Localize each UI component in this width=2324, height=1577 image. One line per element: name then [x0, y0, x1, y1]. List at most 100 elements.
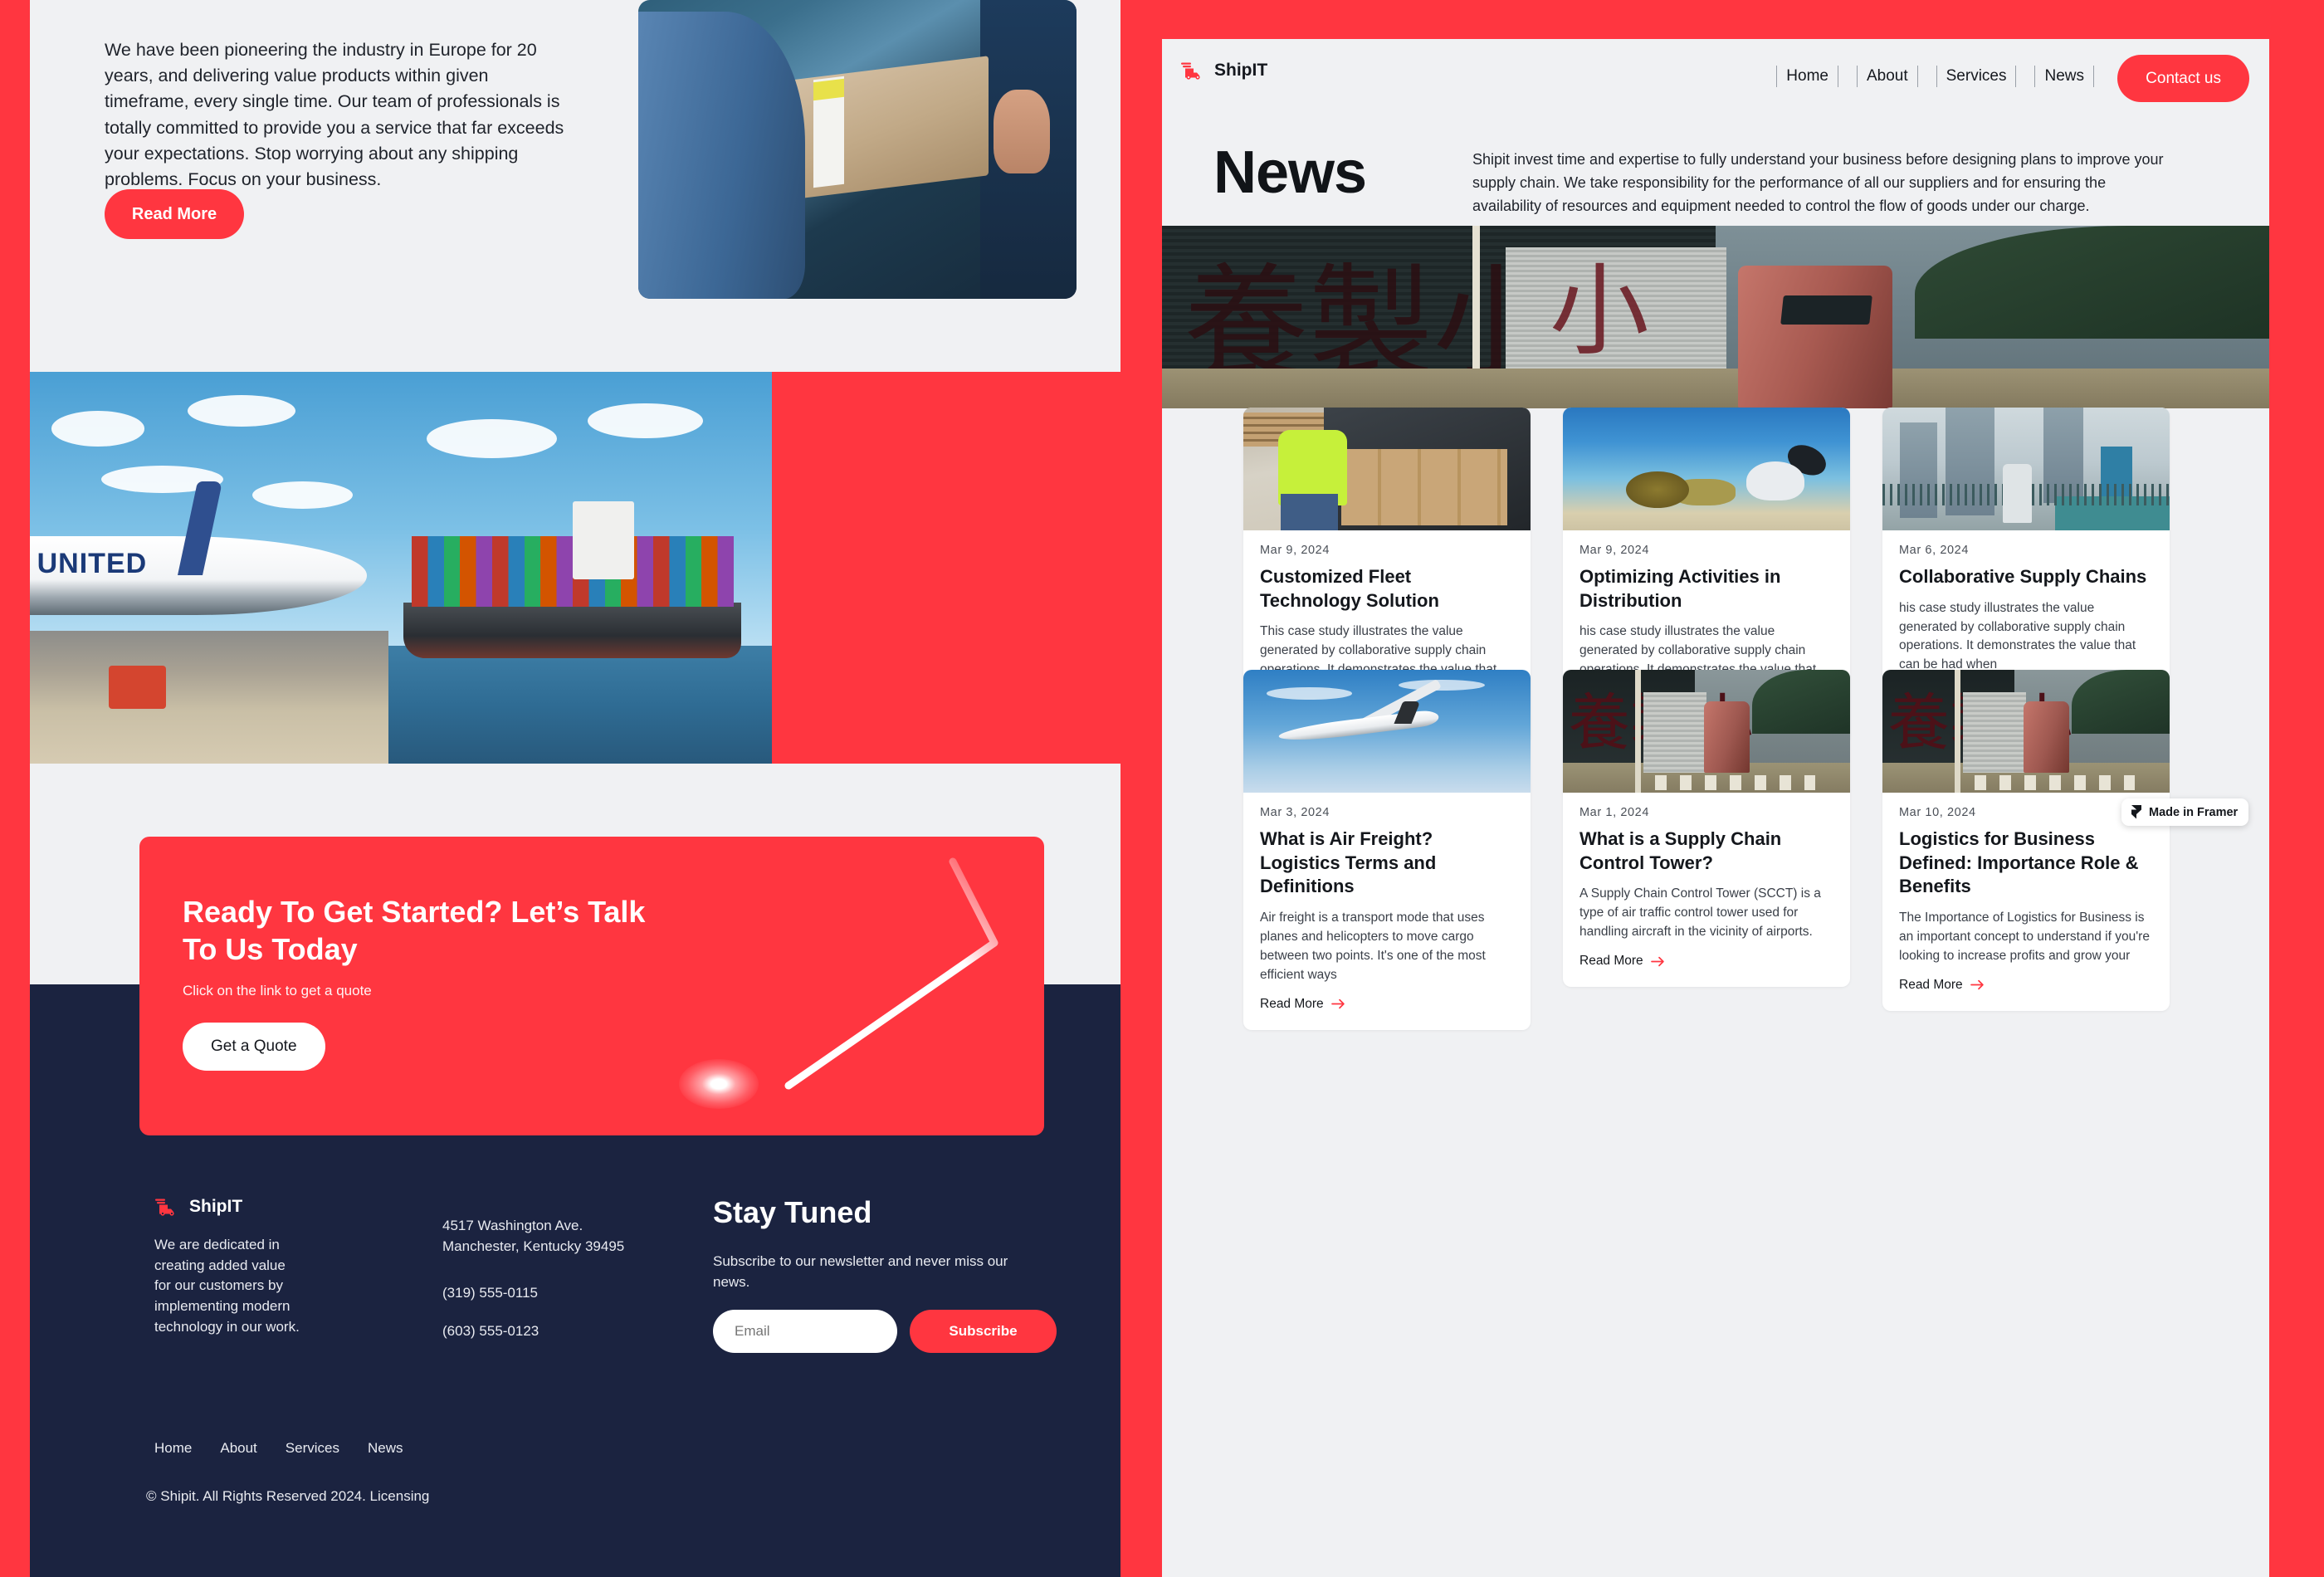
nav-divider [1936, 66, 1937, 87]
hero-image: 養製小 小 [1162, 226, 2269, 408]
footer-address: 4517 Washington Ave. Manchester, Kentuck… [442, 1218, 625, 1254]
card-title: What is Air Freight? Logistics Terms and… [1260, 828, 1437, 897]
page-description: Shipit invest time and expertise to full… [1472, 151, 2164, 214]
card-thumbnail [1243, 670, 1531, 793]
warehouse-loading-photo [1243, 408, 1531, 530]
truck-depot-photo: 養製小 [1882, 670, 2170, 793]
get-a-quote-button[interactable]: Get a Quote [183, 1023, 325, 1071]
cta-card: Ready To Get Started? Let’s Talk To Us T… [139, 837, 1044, 1135]
plane-livery-text: UNITED [37, 548, 148, 580]
nav-item-services[interactable]: Services [1946, 67, 2007, 85]
crosswalk [1974, 775, 2136, 791]
cloud-icon [51, 411, 145, 447]
hero-ground [1162, 368, 2269, 408]
container-ship-photo [388, 372, 772, 764]
nav-divider [1776, 66, 1778, 87]
hero-hillside [1915, 226, 2269, 339]
truck-icon [1181, 62, 1200, 80]
read-more-button[interactable]: Read More [105, 189, 244, 239]
city-bridge-photo [1882, 408, 2170, 530]
package-handoff-photo [638, 0, 1077, 299]
arrow-right-icon [1970, 979, 1984, 990]
nav-divider [1916, 66, 1918, 87]
sea-water [388, 646, 772, 764]
card-read-more-label: Read More [1579, 954, 1643, 968]
worker-jeans [1280, 493, 1339, 530]
card-date: Mar 6, 2024 [1899, 544, 1969, 557]
nav-item-about[interactable]: About [1867, 67, 1908, 85]
footer-nav-news[interactable]: News [368, 1440, 403, 1457]
news-card[interactable]: Mar 3, 2024 What is Air Freight? Logisti… [1243, 670, 1531, 1030]
footer-nav-home[interactable]: Home [154, 1440, 192, 1457]
hero-trailer-text: 小 [1549, 254, 1649, 369]
card-thumbnail [1882, 408, 2170, 530]
cloud-icon [1266, 686, 1353, 700]
cloud-icon [427, 418, 558, 458]
subscribe-button[interactable]: Subscribe [910, 1310, 1057, 1353]
card-date: Mar 9, 2024 [1579, 544, 1649, 557]
cloud-icon [251, 481, 353, 510]
truck-trailer [1643, 691, 1706, 774]
truck-cab [1703, 701, 1750, 774]
card-body: Mar 3, 2024 What is Air Freight? Logisti… [1243, 793, 1531, 1030]
card-read-more-link[interactable]: Read More [1579, 954, 1833, 969]
made-in-framer-badge[interactable]: Made in Framer [2121, 798, 2249, 826]
ship-hull [403, 603, 742, 658]
underwater-diver-turtle-photo [1563, 408, 1850, 530]
cloud-icon [188, 395, 295, 427]
news-card-grid: Mar 9, 2024 Customized Fleet Technology … [1162, 408, 2269, 1577]
cta-subtitle: Click on the link to get a quote [183, 983, 372, 998]
cardboard-boxes [1340, 449, 1508, 526]
news-card[interactable]: 養製小 Mar 10, 2024 Logistics for Business … [1882, 670, 2170, 1011]
intro-section: We have been pioneering the industry in … [30, 0, 1120, 372]
hero-truck-cab [1737, 266, 1893, 408]
hillside [2072, 670, 2170, 734]
navbar-contact-us-button[interactable]: Contact us [2117, 55, 2249, 102]
footer-logo[interactable]: ShipIT [154, 1197, 242, 1217]
right-preview-panel: ShipIT Home About Services News Contact … [1162, 39, 2269, 1577]
footer-nav-about[interactable]: About [220, 1440, 256, 1457]
nav-divider [2093, 66, 2094, 87]
page-canvas: We have been pioneering the industry in … [0, 0, 2324, 1577]
nav-divider [2034, 66, 2036, 87]
card-title: Collaborative Supply Chains [1899, 566, 2147, 587]
card-thumbnail [1243, 408, 1531, 530]
nav-item-home[interactable]: Home [1786, 67, 1828, 85]
card-title: Logistics for Business Defined: Importan… [1899, 828, 2139, 897]
email-input[interactable] [713, 1310, 897, 1353]
card-read-more-link[interactable]: Read More [1899, 978, 2153, 993]
newsletter-subtitle: Subscribe to our newsletter and never mi… [713, 1253, 1008, 1290]
made-in-framer-label: Made in Framer [2149, 805, 2239, 819]
navbar-logo[interactable]: ShipIT [1180, 61, 1267, 81]
footer-copyright: © Shipit. All Rights Reserved 2024. Lice… [146, 1488, 430, 1504]
nav-divider [1856, 66, 1858, 87]
card-thumbnail [1563, 408, 1850, 530]
card-read-more-link[interactable]: Read More [1260, 997, 1514, 1012]
nav-item-news[interactable]: News [2044, 67, 2084, 85]
footer-logo-name: ShipIT [189, 1197, 243, 1216]
card-read-more-label: Read More [1260, 996, 1324, 1011]
arrow-right-icon [1650, 956, 1664, 966]
pushback-tug [109, 666, 167, 709]
footer-phone-1[interactable]: (319) 555-0115 [442, 1285, 538, 1301]
pedestrian [2003, 464, 2032, 524]
crosswalk [1654, 775, 1816, 791]
truck-cab [2023, 701, 2069, 774]
framer-icon [2131, 805, 2141, 819]
cloud-icon [1398, 679, 1485, 691]
hero-windshield [1780, 295, 1872, 325]
card-excerpt: A Supply Chain Control Tower (SCCT) is a… [1579, 886, 1821, 940]
navbar-logo-name: ShipIT [1214, 61, 1268, 80]
photo-arm [638, 12, 805, 299]
navbar-menu: Home About Services News [1767, 66, 2103, 87]
card-excerpt: Air freight is a transport mode that use… [1260, 910, 1486, 982]
footer-phone-2[interactable]: (603) 555-0123 [442, 1323, 539, 1340]
card-thumbnail: 養製小 [1563, 670, 1850, 793]
news-card[interactable]: 養製小 Mar 1, 2024 What is a Supply Chain C… [1563, 670, 1850, 987]
footer-nav-services[interactable]: Services [286, 1440, 339, 1457]
card-title: Customized Fleet Technology Solution [1260, 566, 1439, 611]
ship-bridge [572, 500, 634, 580]
nav-divider [2015, 66, 2017, 87]
card-body: Mar 1, 2024 What is a Supply Chain Contr… [1563, 793, 1850, 987]
card-date: Mar 10, 2024 [1899, 806, 1976, 819]
